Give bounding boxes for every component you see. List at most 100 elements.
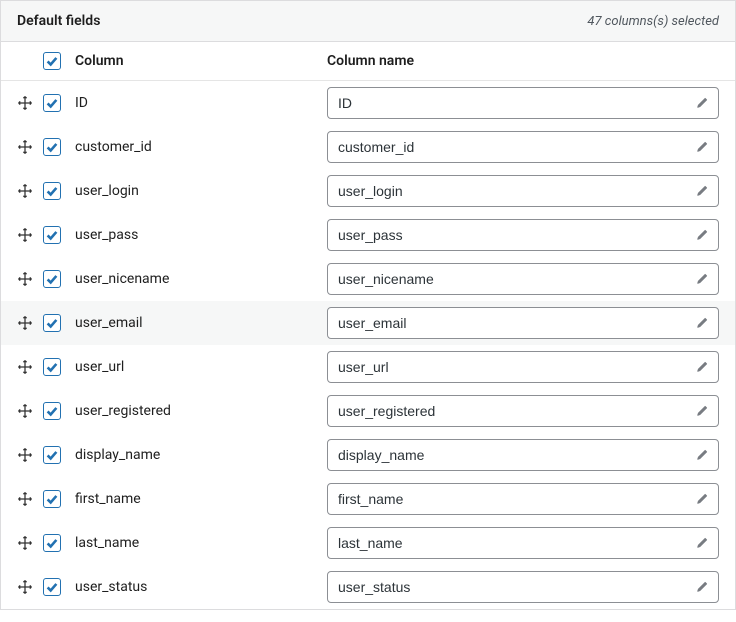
column-label: user_pass — [71, 227, 319, 243]
column-name-input[interactable] — [327, 395, 719, 427]
move-icon — [17, 315, 33, 331]
column-name-cell — [319, 307, 719, 339]
row-checkbox[interactable] — [43, 358, 61, 376]
column-name-cell — [319, 175, 719, 207]
move-icon — [17, 95, 33, 111]
row-checkbox-cell — [43, 578, 71, 596]
drag-handle[interactable] — [17, 139, 43, 155]
row-checkbox-cell — [43, 270, 71, 288]
drag-handle[interactable] — [17, 491, 43, 507]
row-checkbox-cell — [43, 446, 71, 464]
column-name-cell — [319, 87, 719, 119]
table-row: user_url — [1, 345, 735, 389]
column-label: ID — [71, 95, 319, 111]
row-checkbox[interactable] — [43, 314, 61, 332]
column-label: user_registered — [71, 403, 319, 419]
move-icon — [17, 491, 33, 507]
drag-handle[interactable] — [17, 403, 43, 419]
column-label: display_name — [71, 447, 319, 463]
row-checkbox-cell — [43, 534, 71, 552]
row-checkbox-cell — [43, 182, 71, 200]
row-checkbox[interactable] — [43, 578, 61, 596]
column-name-cell — [319, 351, 719, 383]
drag-handle[interactable] — [17, 359, 43, 375]
move-icon — [17, 535, 33, 551]
row-checkbox[interactable] — [43, 270, 61, 288]
table-row: customer_id — [1, 125, 735, 169]
drag-handle[interactable] — [17, 271, 43, 287]
column-label: user_login — [71, 183, 319, 199]
table-row: user_pass — [1, 213, 735, 257]
column-name-cell — [319, 263, 719, 295]
rows-container: ID customer_id — [1, 81, 735, 609]
column-name-input[interactable] — [327, 175, 719, 207]
move-icon — [17, 359, 33, 375]
row-checkbox-cell — [43, 138, 71, 156]
column-label: first_name — [71, 491, 319, 507]
table-header-row: Column Column name — [1, 42, 735, 81]
row-checkbox[interactable] — [43, 490, 61, 508]
column-name-input[interactable] — [327, 571, 719, 603]
header-column: Column — [71, 53, 319, 69]
column-label: customer_id — [71, 139, 319, 155]
row-checkbox-cell — [43, 490, 71, 508]
drag-handle[interactable] — [17, 579, 43, 595]
row-checkbox[interactable] — [43, 402, 61, 420]
column-name-cell — [319, 131, 719, 163]
column-label: user_url — [71, 359, 319, 375]
column-label: user_nicename — [71, 271, 319, 287]
column-name-input[interactable] — [327, 351, 719, 383]
row-checkbox[interactable] — [43, 226, 61, 244]
row-checkbox[interactable] — [43, 446, 61, 464]
move-icon — [17, 183, 33, 199]
select-all-checkbox[interactable] — [43, 52, 61, 70]
row-checkbox-cell — [43, 94, 71, 112]
column-label: user_email — [71, 315, 319, 331]
column-name-input[interactable] — [327, 263, 719, 295]
column-name-input[interactable] — [327, 219, 719, 251]
table-row: user_nicename — [1, 257, 735, 301]
drag-handle[interactable] — [17, 447, 43, 463]
move-icon — [17, 579, 33, 595]
row-checkbox[interactable] — [43, 534, 61, 552]
header-column-name: Column name — [319, 53, 719, 69]
column-label: last_name — [71, 535, 319, 551]
move-icon — [17, 271, 33, 287]
move-icon — [17, 139, 33, 155]
row-checkbox-cell — [43, 226, 71, 244]
table-row: last_name — [1, 521, 735, 565]
panel-title: Default fields — [17, 13, 100, 29]
drag-handle[interactable] — [17, 227, 43, 243]
move-icon — [17, 403, 33, 419]
default-fields-panel: Default fields 47 columns(s) selected Co… — [0, 0, 736, 610]
column-name-cell — [319, 527, 719, 559]
column-name-cell — [319, 571, 719, 603]
column-label: user_status — [71, 579, 319, 595]
column-name-input[interactable] — [327, 439, 719, 471]
column-name-input[interactable] — [327, 131, 719, 163]
move-icon — [17, 227, 33, 243]
row-checkbox[interactable] — [43, 138, 61, 156]
column-name-input[interactable] — [327, 307, 719, 339]
drag-handle[interactable] — [17, 183, 43, 199]
column-name-input[interactable] — [327, 87, 719, 119]
header-checkbox-cell — [43, 52, 71, 70]
panel-status: 47 columns(s) selected — [587, 14, 719, 29]
column-name-cell — [319, 483, 719, 515]
row-checkbox-cell — [43, 402, 71, 420]
row-checkbox[interactable] — [43, 182, 61, 200]
drag-handle[interactable] — [17, 95, 43, 111]
column-name-input[interactable] — [327, 527, 719, 559]
drag-handle[interactable] — [17, 315, 43, 331]
drag-handle[interactable] — [17, 535, 43, 551]
table-row: display_name — [1, 433, 735, 477]
column-name-input[interactable] — [327, 483, 719, 515]
table-row: first_name — [1, 477, 735, 521]
table-row: user_login — [1, 169, 735, 213]
column-name-cell — [319, 219, 719, 251]
row-checkbox[interactable] — [43, 94, 61, 112]
move-icon — [17, 447, 33, 463]
row-checkbox-cell — [43, 358, 71, 376]
row-checkbox-cell — [43, 314, 71, 332]
table-row: user_email — [1, 301, 735, 345]
